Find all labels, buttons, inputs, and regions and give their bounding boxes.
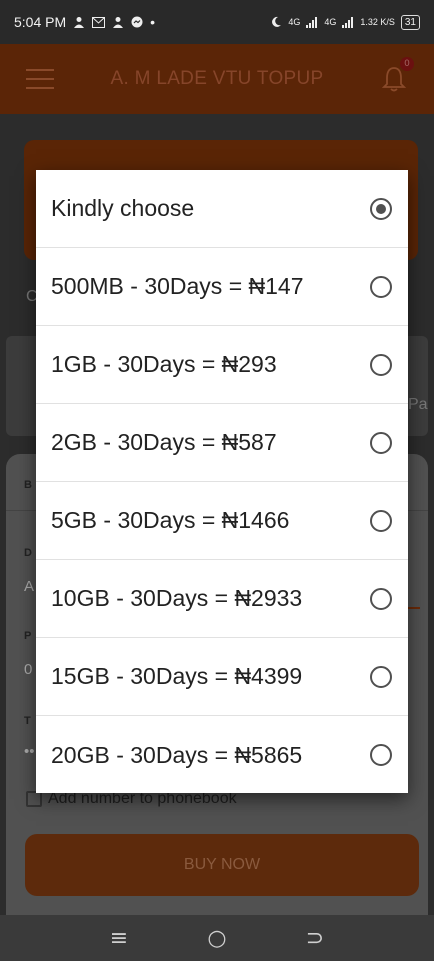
person-icon (74, 17, 85, 28)
plan-option[interactable]: 1GB - 30Days = ₦293 (36, 326, 408, 404)
sheet-value-0: 0 (24, 661, 33, 678)
person-icon (113, 17, 124, 28)
plan-option[interactable]: 5GB - 30Days = ₦1466 (36, 482, 408, 560)
hamburger-menu-icon[interactable] (26, 69, 54, 89)
radio-button[interactable] (370, 744, 392, 766)
dot-icon: • (150, 14, 156, 30)
sheet-value-dots: •• (24, 743, 35, 760)
status-right: 4G 4G 1.32 K/S 31 (270, 14, 420, 30)
radio-button[interactable] (370, 431, 392, 454)
network-speed: 1.32 K/S (360, 17, 395, 27)
radio-button[interactable] (370, 665, 392, 688)
radio-button[interactable] (370, 275, 392, 298)
plan-option-label: 2GB - 30Days = ₦587 (51, 429, 277, 455)
radio-button[interactable] (370, 509, 392, 532)
status-bar: 5:04 PM • 4G 4G 1.32 K/S 31 (0, 0, 434, 44)
signal-icon (342, 16, 354, 28)
buy-now-button[interactable]: BUY NOW (25, 834, 419, 896)
sheet-label-d: D (24, 547, 32, 559)
mail-icon (92, 16, 106, 28)
plan-option-label: 1GB - 30Days = ₦293 (51, 351, 277, 377)
radio-button[interactable] (370, 197, 392, 220)
plan-option[interactable]: 10GB - 30Days = ₦2933 (36, 560, 408, 638)
plan-option-label: 500MB - 30Days = ₦147 (51, 273, 304, 299)
pay-text-partial: Pa (408, 396, 428, 413)
radio-button[interactable] (370, 587, 392, 610)
signal-icon (306, 16, 318, 28)
recents-button[interactable]: ≡ (99, 926, 139, 951)
app-title: A. M LADE VTU TOPUP (110, 68, 324, 89)
app-bar: A. M LADE VTU TOPUP 0 (0, 44, 434, 114)
home-button[interactable]: ○ (197, 926, 237, 951)
plan-option-label: Kindly choose (51, 195, 195, 221)
system-nav-bar: ≡ ○ ⊃ (0, 915, 434, 961)
plan-option[interactable]: 500MB - 30Days = ₦147 (36, 248, 408, 326)
plan-option[interactable]: Kindly choose (36, 170, 408, 248)
plan-option[interactable]: 2GB - 30Days = ₦587 (36, 404, 408, 482)
plan-option-label: 15GB - 30Days = ₦4399 (51, 663, 303, 689)
plan-option-label: 5GB - 30Days = ₦1466 (51, 507, 290, 533)
plan-option[interactable]: 15GB - 30Days = ₦4399 (36, 638, 408, 716)
battery-icon: 31 (400, 14, 420, 30)
status-left: 5:04 PM • (14, 14, 155, 30)
network-type-1: 4G (288, 17, 301, 27)
radio-button[interactable] (370, 353, 392, 376)
sheet-label-b: B (24, 479, 32, 491)
sheet-label-p: P (24, 630, 32, 642)
battery-level: 31 (404, 16, 416, 28)
plan-option[interactable]: 20GB - 30Days = ₦5865 (36, 716, 408, 794)
sheet-value-a: A (24, 578, 35, 595)
notification-bell-icon[interactable]: 0 (380, 57, 414, 93)
notification-badge: 0 (400, 57, 414, 71)
network-type-2: 4G (324, 17, 337, 27)
status-time: 5:04 PM (14, 14, 67, 30)
data-plan-picker-dialog: Kindly choose 500MB - 30Days = ₦147 1GB … (36, 170, 408, 793)
plan-option-label: 20GB - 30Days = ₦5865 (51, 741, 303, 768)
sheet-label-t: T (24, 715, 31, 727)
moon-icon (272, 16, 282, 27)
plan-option-label: 10GB - 30Days = ₦2933 (51, 585, 303, 611)
back-button[interactable]: ⊃ (295, 926, 335, 951)
messenger-icon (131, 16, 143, 28)
field-underline-accent (408, 607, 420, 609)
